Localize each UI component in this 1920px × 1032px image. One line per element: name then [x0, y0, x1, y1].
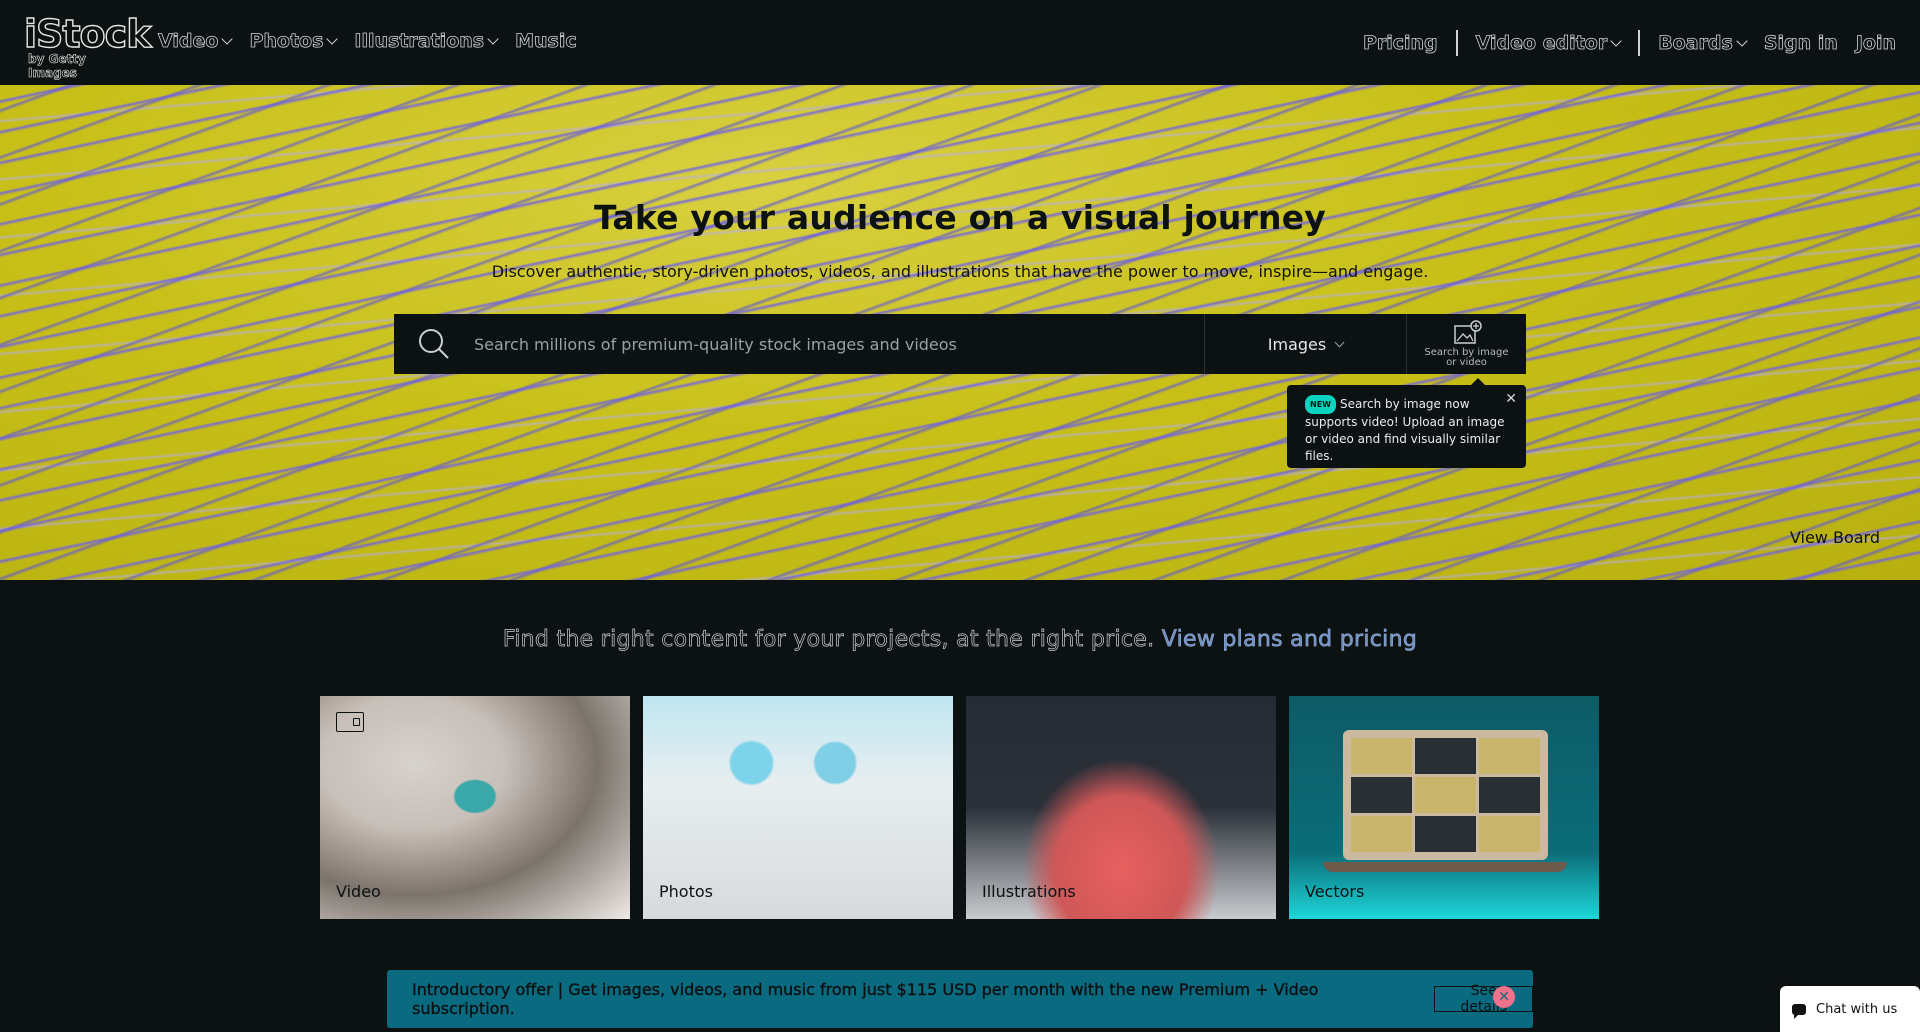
- hero-subtitle: Discover authentic, story-driven photos,…: [491, 262, 1429, 281]
- pricing-promo-text: Find the right content for your projects…: [502, 627, 1155, 653]
- chevron-down-icon: [1334, 337, 1345, 348]
- chevron-down-icon: [1736, 35, 1748, 47]
- laptop-base: [1323, 862, 1567, 872]
- boards-menu[interactable]: Boards: [1658, 32, 1748, 55]
- view-board-link[interactable]: View Board: [1790, 528, 1880, 547]
- join-link[interactable]: Join: [1855, 32, 1896, 55]
- see-details-button[interactable]: See details: [1434, 983, 1533, 1015]
- nav-illustrations[interactable]: Illustrations: [354, 30, 499, 53]
- search-bar: Images Search by image or video: [394, 314, 1526, 374]
- chat-label: Chat with us: [1816, 1001, 1898, 1017]
- logo-wordmark: iStock: [23, 12, 152, 56]
- chevron-down-icon: [326, 33, 339, 45]
- pricing-link[interactable]: Pricing: [1363, 32, 1439, 55]
- search-type-value: Images: [1267, 334, 1327, 354]
- hero-title: Take your audience on a visual journey: [593, 198, 1327, 237]
- video-call-grid: [1351, 738, 1540, 852]
- nav-illustrations-label: Illustrations: [354, 30, 485, 53]
- nav-divider: [1455, 30, 1458, 56]
- search-by-image-label: Search by image or video: [1424, 347, 1509, 368]
- nav-photos[interactable]: Photos: [249, 30, 339, 53]
- chat-bubble-icon: [1792, 1003, 1806, 1019]
- category-card-video[interactable]: Video: [320, 696, 630, 919]
- video-camera-icon: [336, 712, 364, 732]
- new-badge: NEW: [1305, 395, 1336, 414]
- category-card-illustrations[interactable]: Illustrations: [966, 696, 1276, 919]
- video-editor-label: Video editor: [1475, 32, 1608, 55]
- search-icon[interactable]: [394, 314, 474, 374]
- top-nav-bar: iStock by Getty Images Video Photos Illu…: [0, 0, 1920, 85]
- category-card-photos[interactable]: Photos: [643, 696, 953, 919]
- istock-logo[interactable]: iStock by Getty Images: [23, 12, 152, 80]
- card-label: Photos: [659, 882, 713, 901]
- hero-banner: Take your audience on a visual journey D…: [0, 85, 1920, 580]
- search-type-select[interactable]: Images: [1204, 314, 1406, 374]
- boards-label: Boards: [1658, 32, 1733, 55]
- nav-video[interactable]: Video: [158, 30, 234, 53]
- sign-in-link[interactable]: Sign in: [1763, 32, 1838, 55]
- close-icon[interactable]: ✕: [1505, 391, 1517, 407]
- search-input[interactable]: [474, 314, 1204, 374]
- category-cards: Video Photos Illustrations Vectors: [320, 696, 1599, 919]
- nav-divider: [1638, 30, 1641, 56]
- chevron-down-icon: [487, 33, 499, 45]
- search-by-image-button[interactable]: Search by image or video: [1406, 314, 1526, 374]
- chevron-down-icon: [221, 33, 234, 45]
- pricing-promo-line: Find the right content for your projects…: [0, 627, 1920, 653]
- card-label: Illustrations: [982, 882, 1076, 901]
- close-icon[interactable]: ✕: [1493, 986, 1515, 1008]
- view-plans-link[interactable]: View plans and pricing: [1161, 627, 1417, 653]
- nav-photos-label: Photos: [249, 30, 324, 53]
- video-editor-menu[interactable]: Video editor: [1475, 32, 1622, 55]
- card-label: Vectors: [1305, 882, 1365, 901]
- category-card-vectors[interactable]: Vectors: [1289, 696, 1599, 919]
- main-nav: Video Photos Illustrations Music: [158, 30, 577, 53]
- promo-banner: Introductory offer | Get images, videos,…: [387, 970, 1533, 1028]
- nav-music[interactable]: Music: [515, 30, 577, 53]
- nav-video-label: Video: [158, 30, 219, 53]
- logo-subtitle: by Getty Images: [28, 52, 86, 81]
- image-search-tooltip: NEW Search by image now supports video! U…: [1287, 378, 1526, 468]
- chevron-down-icon: [1610, 35, 1622, 47]
- card-label: Video: [336, 882, 381, 901]
- promo-text: Introductory offer | Get images, videos,…: [412, 980, 1319, 1018]
- image-search-icon: [1453, 320, 1482, 344]
- nav-music-label: Music: [515, 30, 577, 53]
- account-nav: Pricing Video editor Boards Sign in Join: [1363, 30, 1896, 56]
- chat-widget-button[interactable]: Chat with us: [1780, 986, 1920, 1032]
